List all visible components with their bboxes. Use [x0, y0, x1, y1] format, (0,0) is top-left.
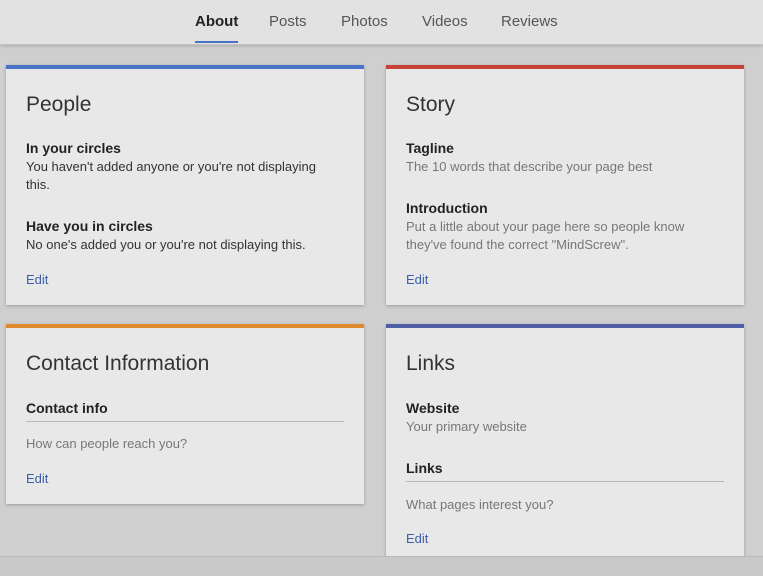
website-description: Your primary website: [406, 419, 527, 434]
card-title: Story: [406, 93, 456, 116]
people-edit-link[interactable]: Edit: [26, 272, 48, 287]
tagline-label: Tagline: [406, 140, 454, 156]
contact-info-placeholder[interactable]: How can people reach you?: [26, 435, 187, 453]
in-circles-description: You haven't added anyone or you're not d…: [26, 159, 316, 192]
website-label: Website: [406, 400, 460, 416]
tab-posts[interactable]: Posts: [269, 0, 307, 44]
tab-posts-label: Posts: [269, 13, 307, 30]
tab-reviews-label: Reviews: [501, 13, 558, 30]
have-you-in-circles-description: No one's added you or you're not display…: [26, 237, 306, 252]
tagline-description: The 10 words that describe your page bes…: [406, 159, 653, 174]
card-title: Links: [406, 352, 456, 375]
links-edit-link[interactable]: Edit: [406, 531, 428, 546]
tab-reviews[interactable]: Reviews: [501, 0, 558, 44]
links-card: Links Website Your primary website Links…: [386, 324, 744, 560]
links-label: Links: [406, 460, 443, 476]
tab-videos[interactable]: Videos: [422, 0, 468, 44]
tab-photos-label: Photos: [341, 13, 388, 30]
tab-about-label: About: [195, 13, 239, 30]
have-you-in-circles-label: Have you in circles: [26, 218, 153, 234]
people-card: People In your circles You haven't added…: [6, 65, 364, 305]
links-placeholder[interactable]: What pages interest you?: [406, 496, 553, 514]
profile-tab-bar: About Posts Photos Videos Reviews: [0, 0, 763, 45]
introduction-label: Introduction: [406, 200, 488, 216]
introduction-description: Put a little about your page here so peo…: [406, 219, 685, 252]
divider: [406, 481, 724, 482]
contact-information-card: Contact Information Contact info How can…: [6, 324, 364, 504]
in-circles-label: In your circles: [26, 140, 121, 156]
story-card: Story Tagline The 10 words that describe…: [386, 65, 744, 305]
tab-photos[interactable]: Photos: [341, 0, 388, 44]
divider: [26, 421, 344, 422]
bottom-strip: [0, 556, 763, 576]
contact-info-label: Contact info: [26, 400, 108, 416]
contact-edit-link[interactable]: Edit: [26, 471, 48, 486]
card-title: Contact Information: [26, 352, 210, 375]
tab-videos-label: Videos: [422, 13, 468, 30]
story-edit-link[interactable]: Edit: [406, 272, 428, 287]
card-title: People: [26, 93, 92, 116]
tab-about[interactable]: About: [195, 0, 239, 44]
active-tab-indicator: [195, 41, 239, 43]
